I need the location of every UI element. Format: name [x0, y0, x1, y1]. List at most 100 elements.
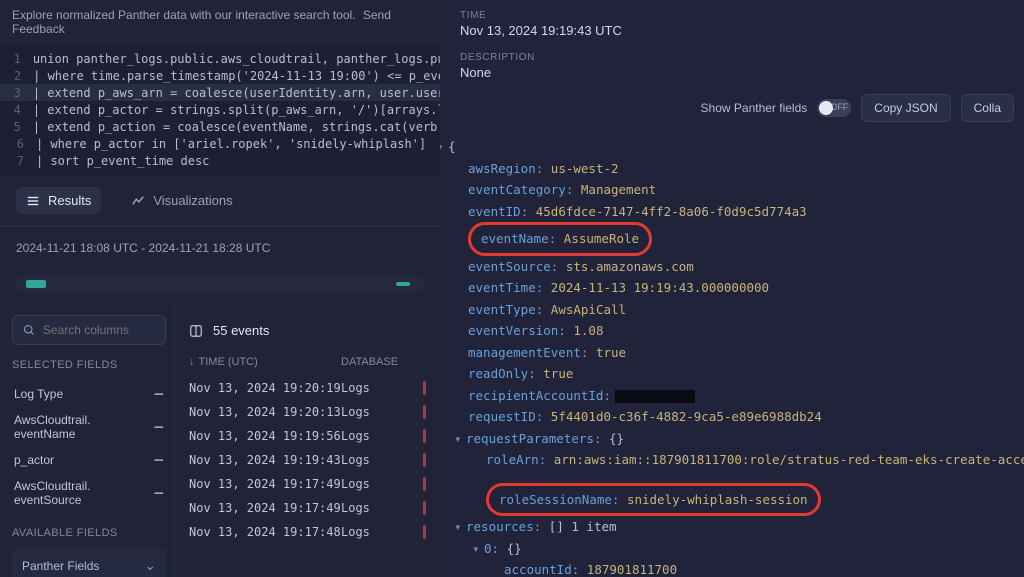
- events-count: 55 events: [213, 323, 269, 338]
- event-row[interactable]: Nov 13, 2024 19:17:48Logs: [183, 520, 432, 544]
- search-columns-input[interactable]: [43, 323, 155, 337]
- timeline-scrubber[interactable]: [16, 277, 424, 291]
- show-panther-fields-toggle[interactable]: OFF: [817, 99, 851, 117]
- json-brace-idx0: {}: [507, 541, 522, 556]
- event-database: Logs: [341, 477, 417, 491]
- json-val-eventtime: 2024-11-13 19:19:43.000000000: [551, 280, 769, 295]
- event-time: Nov 13, 2024 19:20:19: [189, 381, 341, 395]
- event-row[interactable]: Nov 13, 2024 19:20:13Logs: [183, 400, 432, 424]
- json-key-resources[interactable]: resources: [466, 519, 534, 534]
- event-database: Logs: [341, 453, 417, 467]
- tab-visualizations[interactable]: Visualizations: [121, 187, 242, 214]
- chevron-down-icon: ⌄: [144, 557, 156, 574]
- field-group-name: Panther Fields: [22, 559, 99, 573]
- code-line-1: union panther_logs.public.aws_cloudtrail…: [33, 52, 440, 66]
- copy-json-button[interactable]: Copy JSON: [861, 94, 950, 122]
- tab-visualizations-label: Visualizations: [153, 193, 232, 208]
- selected-fields-header: SELECTED FIELDS: [12, 359, 166, 371]
- json-key-recipientaccountid: recipientAccountId: [468, 388, 603, 403]
- json-key-eventsource: eventSource: [468, 259, 551, 274]
- event-database: Logs: [341, 501, 417, 515]
- remove-field-icon[interactable]: −: [153, 456, 164, 465]
- json-key-managementevent: managementEvent: [468, 345, 581, 360]
- event-database: Logs: [341, 405, 417, 419]
- detail-toolbar: Show Panther fields OFF Copy JSON Colla: [440, 94, 1024, 130]
- json-key-awsregion: awsRegion: [468, 161, 536, 176]
- col-time[interactable]: TIME (UTC): [199, 356, 258, 368]
- collapse-button[interactable]: Colla: [961, 94, 1014, 122]
- event-row[interactable]: Nov 13, 2024 19:17:49Logs: [183, 496, 432, 520]
- header-text: Explore normalized Panther data with our…: [12, 8, 356, 22]
- selected-field-item[interactable]: p_actor −: [12, 447, 166, 473]
- event-row[interactable]: Nov 13, 2024 19:20:19Logs: [183, 376, 432, 400]
- events-table: 55 events ↓ TIME (UTC) DATABASE Nov 13, 2…: [175, 305, 440, 577]
- code-line-6: | where p_actor in ['ariel.ropek', 'snid…: [36, 137, 426, 151]
- json-val-resources: [] 1 item: [549, 519, 617, 534]
- code-line-3: | extend p_aws_arn = coalesce(userIdenti…: [33, 86, 440, 100]
- json-key-eventcategory: eventCategory: [468, 182, 566, 197]
- remove-field-icon[interactable]: −: [153, 390, 164, 399]
- json-val-eventversion: 1.08: [573, 323, 603, 338]
- event-severity-bar: [423, 405, 426, 419]
- show-panther-fields-label: Show Panther fields: [701, 101, 808, 115]
- json-val-managementevent: true: [596, 345, 626, 360]
- col-database[interactable]: DATABASE: [341, 356, 426, 368]
- search-columns-box[interactable]: [12, 315, 166, 345]
- event-severity-bar: [423, 429, 426, 443]
- json-key-readonly: readOnly: [468, 366, 528, 381]
- json-key-eventid: eventID: [468, 204, 521, 219]
- event-row[interactable]: Nov 13, 2024 19:19:56Logs: [183, 424, 432, 448]
- json-key-idx0[interactable]: 0:: [484, 541, 499, 556]
- tab-results-label: Results: [48, 193, 91, 208]
- event-time: Nov 13, 2024 19:19:56: [189, 429, 341, 443]
- meta-desc-value: None: [460, 65, 1004, 80]
- view-tabs: Results Visualizations: [0, 175, 440, 227]
- selected-field-item[interactable]: AwsCloudtrail.eventSource −: [12, 473, 166, 513]
- time-range: 2024-11-21 18:08 UTC - 2024-11-21 18:28 …: [0, 227, 440, 269]
- event-time: Nov 13, 2024 19:17:49: [189, 477, 341, 491]
- selected-field-item[interactable]: AwsCloudtrail.eventName−: [12, 407, 166, 447]
- available-fields-header: AVAILABLE FIELDS: [12, 527, 166, 539]
- field-name: AwsCloudtrail.eventSource: [14, 479, 90, 507]
- json-val-readonly: true: [543, 366, 573, 381]
- event-row[interactable]: Nov 13, 2024 19:19:43Logs: [183, 448, 432, 472]
- json-val-requestid: 5f4401d0-c36f-4882-9ca5-e89e6988db24: [551, 409, 822, 424]
- json-val-eventsource: sts.amazonaws.com: [566, 259, 694, 274]
- event-severity-bar: [423, 477, 426, 491]
- code-line-2: | where time.parse_timestamp('2024-11-13…: [33, 69, 440, 83]
- meta-desc-label: DESCRIPTION: [460, 52, 1004, 63]
- json-key-eventname: eventName: [481, 231, 549, 246]
- json-key-rolearn: roleArn: [486, 452, 539, 467]
- event-database: Logs: [341, 429, 417, 443]
- json-root-brace: {: [448, 139, 456, 154]
- meta-time-label: TIME: [460, 10, 1004, 21]
- event-database: Logs: [341, 525, 417, 539]
- tab-results[interactable]: Results: [16, 187, 101, 214]
- left-panel: Explore normalized Panther data with our…: [0, 0, 440, 577]
- field-group[interactable]: Panther Fields ⌄: [12, 549, 166, 577]
- query-editor[interactable]: 1union panther_logs.public.aws_cloudtrai…: [0, 44, 440, 175]
- json-key-requestparameters[interactable]: requestParameters: [466, 431, 594, 446]
- chart-icon: [131, 194, 145, 208]
- highlight-rolesessionname: roleSessionName: snidely-whiplash-sessio…: [486, 483, 821, 517]
- event-severity-bar: [423, 453, 426, 467]
- remove-field-icon[interactable]: −: [153, 423, 164, 432]
- selected-field-item[interactable]: Log Type −: [12, 381, 166, 407]
- header-description: Explore normalized Panther data with our…: [0, 0, 440, 44]
- json-key-eventversion: eventVersion: [468, 323, 558, 338]
- field-name: Log Type: [14, 387, 63, 401]
- event-time: Nov 13, 2024 19:20:13: [189, 405, 341, 419]
- json-val-eventid: 45d6fdce-7147-4ff2-8a06-f0d9c5d774a3: [536, 204, 807, 219]
- json-val-rolearn: arn:aws:iam::187901811700:role/stratus-r…: [554, 452, 1024, 467]
- code-line-4: | extend p_actor = strings.split(p_aws_a…: [33, 103, 440, 117]
- event-row[interactable]: Nov 13, 2024 19:17:49Logs: [183, 472, 432, 496]
- field-name: p_actor: [14, 453, 54, 467]
- json-key-eventtype: eventType: [468, 302, 536, 317]
- columns-icon[interactable]: [189, 324, 203, 338]
- code-line-5: | extend p_action = coalesce(eventName, …: [33, 120, 440, 134]
- list-icon: [26, 194, 40, 208]
- json-viewer[interactable]: ▾{ awsRegion: us-west-2 eventCategory: M…: [440, 130, 1024, 577]
- fields-sidebar: SELECTED FIELDS Log Type−AwsCloudtrail.e…: [0, 305, 175, 577]
- remove-field-icon[interactable]: −: [153, 489, 164, 498]
- sort-down-icon[interactable]: ↓: [189, 356, 195, 368]
